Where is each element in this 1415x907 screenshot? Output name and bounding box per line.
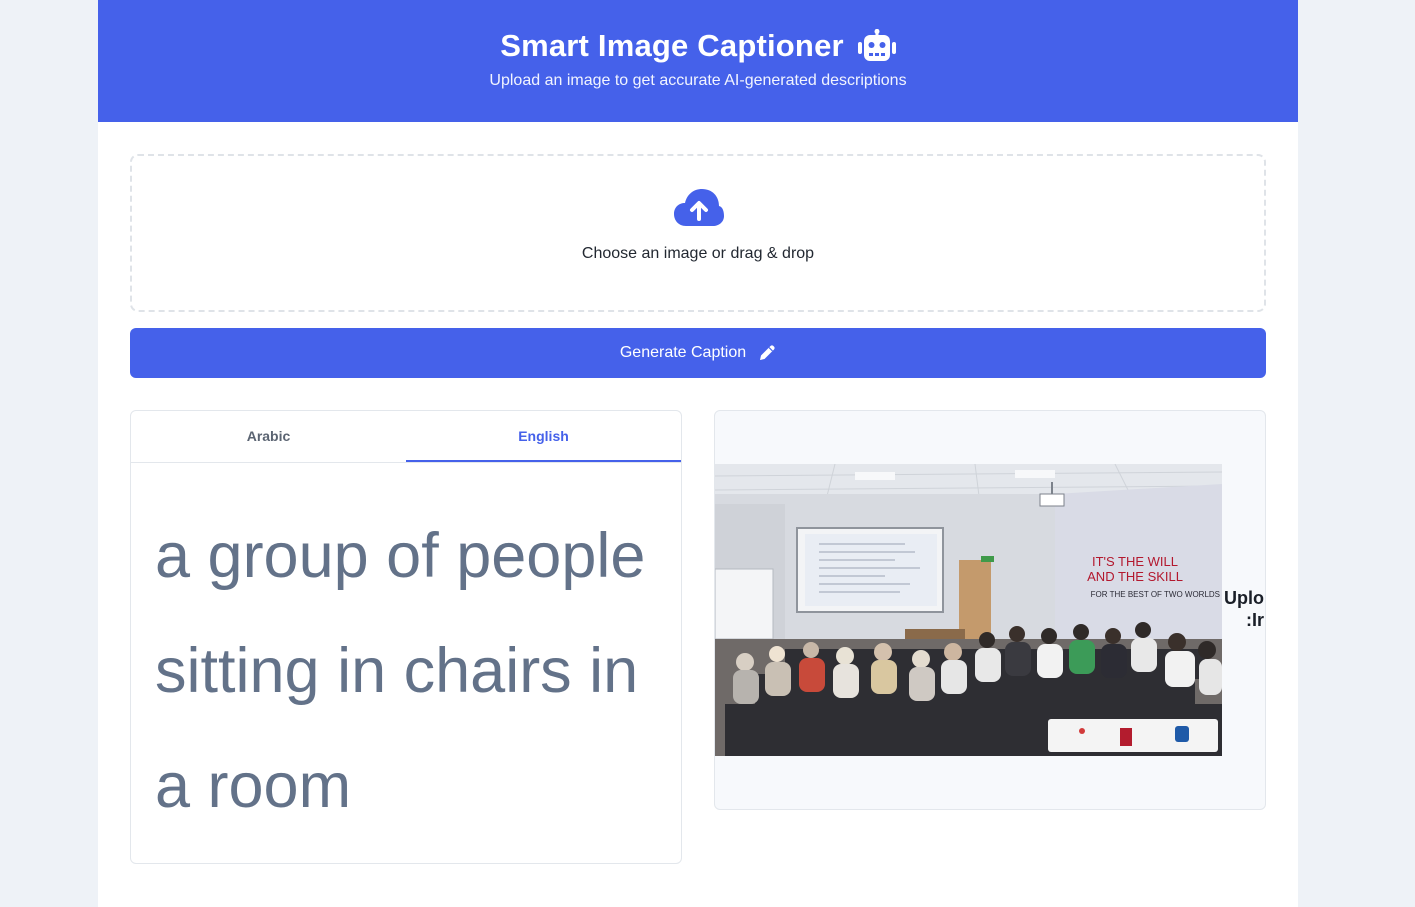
tab-english[interactable]: English — [406, 411, 681, 462]
tab-arabic[interactable]: Arabic — [131, 411, 406, 461]
image-alt-text: Uplo :Ir — [1222, 587, 1264, 631]
caption-panel: Arabic English a group of people sitting… — [130, 410, 682, 864]
wall-slogan-1: IT'S THE WILL — [1092, 554, 1178, 569]
alt-text-line-1: Uplo — [1224, 588, 1264, 608]
generate-caption-button[interactable]: Generate Caption — [130, 328, 1266, 378]
title-row: Smart Image Captioner — [98, 26, 1298, 66]
language-tabs: Arabic English — [131, 411, 681, 463]
cloud-upload-icon — [674, 189, 724, 226]
dropzone-prompt: Choose an image or drag & drop — [581, 245, 815, 262]
wall-slogan-3: FOR THE BEST OF TWO WORLDS — [1091, 590, 1220, 599]
pencil-icon — [760, 345, 775, 360]
robot-icon — [857, 29, 896, 61]
caption-text: a group of people sitting in chairs in a… — [155, 521, 646, 821]
header: Smart Image Captioner Upload an image to… — [98, 0, 1298, 122]
wall-slogan-2: AND THE SKILL — [1087, 569, 1183, 584]
app-container: Smart Image Captioner Upload an image to… — [98, 0, 1298, 907]
alt-text-line-2: :Ir — [1246, 610, 1264, 630]
app-subtitle: Upload an image to get accurate AI-gener… — [489, 72, 907, 89]
image-dropzone[interactable]: Choose an image or drag & drop — [130, 154, 1266, 312]
generate-caption-label: Generate Caption — [619, 344, 747, 361]
app-title: Smart Image Captioner — [500, 28, 844, 63]
uploaded-image-preview: IT'S THE WILL AND THE SKILL FOR THE BEST… — [715, 464, 1222, 756]
image-preview-panel: IT'S THE WILL AND THE SKILL FOR THE BEST… — [714, 410, 1266, 810]
